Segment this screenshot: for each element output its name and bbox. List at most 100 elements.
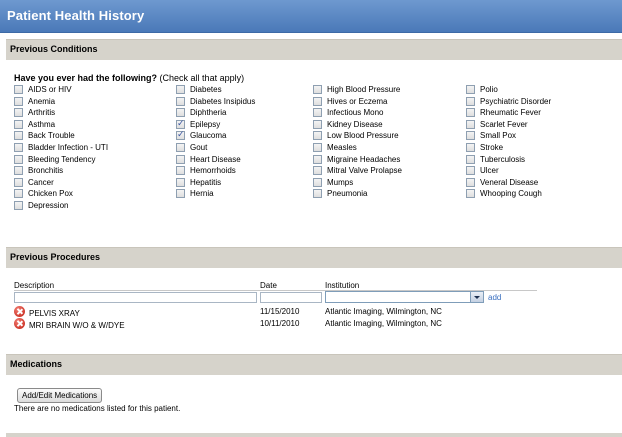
add-procedure-link[interactable]: add [488,293,501,302]
condition-label: Psychiatric Disorder [480,96,552,106]
condition-checkbox[interactable] [176,119,185,129]
no-medications-text: There are no medications listed for this… [14,404,181,413]
condition-checkbox[interactable] [176,189,185,199]
condition-label: Scarlet Fever [480,119,528,129]
question-text: Have you ever had the following? [14,73,158,83]
condition-checkbox[interactable] [14,108,23,118]
condition-label: AIDS or HIV [28,85,72,94]
condition-label: Bronchitis [28,166,64,176]
delete-icon[interactable] [14,318,25,329]
condition-checkbox[interactable] [466,85,475,94]
condition-checkbox[interactable] [14,96,23,106]
condition-label: Pneumonia [327,189,368,199]
condition-label: Polio [480,85,498,94]
condition-checkbox[interactable] [313,131,322,141]
condition-checkbox[interactable] [176,143,185,152]
condition-checkbox[interactable] [313,143,322,152]
condition-checkbox[interactable] [466,96,475,106]
section-title-medications: Medications [10,359,63,369]
condition-label: Whooping Cough [480,189,542,199]
condition-label: Small Pox [480,131,517,141]
condition-checkbox[interactable] [466,108,475,118]
condition-label: Stroke [480,143,504,152]
condition-checkbox[interactable] [176,96,185,106]
condition-label: Cancer [28,177,54,187]
section-title-conditions: Previous Conditions [10,44,98,54]
condition-checkbox[interactable] [14,201,23,210]
condition-label: Hemorrhoids [190,166,236,176]
condition-checkbox[interactable] [14,119,23,129]
condition-checkbox[interactable] [313,119,322,129]
condition-checkbox[interactable] [313,108,322,118]
condition-label: Mitral Valve Prolapse [327,166,402,176]
condition-checkbox[interactable] [14,143,23,152]
section-header-procedures: Previous Procedures [6,247,622,268]
condition-checkbox[interactable] [176,177,185,187]
condition-checkbox[interactable] [466,166,475,176]
condition-checkbox[interactable] [176,85,185,94]
condition-checkbox[interactable] [14,131,23,141]
condition-checkbox[interactable] [466,143,475,152]
condition-label: Low Blood Pressure [327,131,399,141]
condition-checkbox[interactable] [313,85,322,94]
condition-label: Bleeding Tendency [28,154,96,164]
condition-checkbox[interactable] [313,154,322,164]
date-input[interactable] [260,292,322,303]
column-header-description: Description [14,281,55,290]
procedure-date: 11/15/2010 [260,307,300,316]
section-title-procedures: Previous Procedures [10,252,101,262]
condition-label: Arthritis [28,108,56,118]
condition-label: Kidney Disease [327,119,383,129]
section-header-medications: Medications [6,354,622,375]
column-header-date: Date [260,281,277,290]
condition-label: Anemia [28,96,56,106]
condition-checkbox[interactable] [313,189,322,199]
condition-label: Diabetes Insipidus [190,96,256,106]
condition-checkbox[interactable] [466,177,475,187]
page-title: Patient Health History [7,8,145,23]
column-header-institution: Institution [325,281,360,290]
title-bar: Patient Health History [0,0,622,33]
section-header-conditions: Previous Conditions [6,39,622,60]
condition-label: Gout [190,143,208,152]
conditions-question: Have you ever had the following? (Check … [14,73,244,83]
condition-checkbox[interactable] [466,189,475,199]
condition-label: High Blood Pressure [327,85,401,94]
question-note: (Check all that apply) [159,73,245,83]
condition-label: Depression [28,201,69,210]
procedure-institution: Atlantic Imaging, Wilmington, NC [325,319,442,328]
institution-select[interactable] [325,291,484,303]
condition-label: Epilepsy [190,119,221,129]
condition-label: Hernia [190,189,214,199]
procedure-institution: Atlantic Imaging, Wilmington, NC [325,307,442,316]
condition-label: Back Trouble [28,131,75,141]
add-edit-medications-button[interactable]: Add/Edit Medications [17,388,103,403]
condition-label: Hives or Eczema [327,96,388,106]
condition-checkbox[interactable] [176,166,185,176]
condition-checkbox[interactable] [313,177,322,187]
condition-checkbox[interactable] [176,130,185,141]
condition-checkbox[interactable] [14,166,23,176]
condition-checkbox[interactable] [466,131,475,141]
condition-checkbox[interactable] [14,85,23,94]
procedure-description: MRI BRAIN W/O & W/DYE [29,321,125,330]
condition-checkbox[interactable] [313,96,322,106]
condition-label: Heart Disease [190,154,241,164]
condition-label: Hepatitis [190,177,222,187]
condition-checkbox[interactable] [14,177,23,187]
condition-checkbox[interactable] [466,119,475,129]
description-input[interactable] [14,292,257,303]
condition-label: Ulcer [480,166,499,176]
footer-bar [6,433,622,437]
chevron-down-icon[interactable] [470,292,483,302]
delete-icon[interactable] [14,306,25,317]
condition-label: Diphtheria [190,108,227,118]
procedure-date: 10/11/2010 [260,319,300,328]
condition-checkbox[interactable] [313,166,322,176]
condition-label: Glaucoma [190,131,227,141]
condition-checkbox[interactable] [176,154,185,164]
condition-checkbox[interactable] [466,154,475,164]
condition-checkbox[interactable] [14,154,23,164]
condition-checkbox[interactable] [176,108,185,118]
condition-checkbox[interactable] [14,189,23,199]
